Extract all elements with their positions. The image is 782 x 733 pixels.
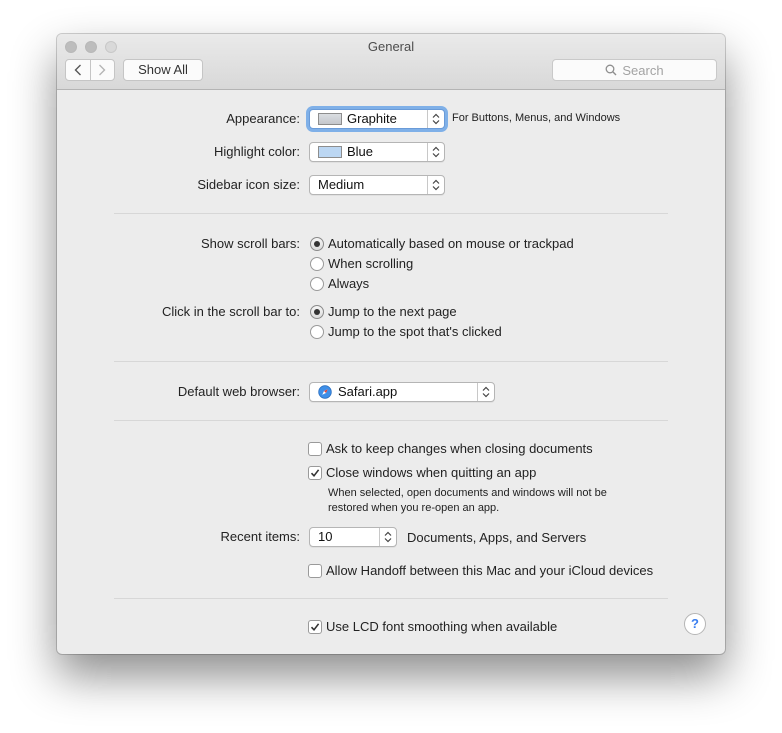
lcd-smoothing-label: Use LCD font smoothing when available [326,619,558,634]
highlight-color-value: Blue [347,144,374,159]
highlight-color-label: Highlight color: [214,144,300,159]
popup-stepper-icon [427,143,444,161]
search-field[interactable]: Search [552,59,717,81]
highlight-color-popup[interactable]: Blue [309,142,445,162]
handoff-checkbox[interactable] [308,564,322,578]
appearance-note: For Buttons, Menus, and Windows [452,112,621,124]
navigation-buttons [65,59,115,81]
scroll-bars-automatic-radio[interactable] [310,237,324,251]
forward-button[interactable] [89,60,115,80]
separator [114,361,668,362]
checkmark-icon [310,469,320,478]
general-preferences-window: General Show All Search Appearance: Grap… [57,34,725,654]
title-bar: General Show All Search [57,34,725,90]
scroll-bars-option-label: Always [328,276,370,291]
recent-items-popup[interactable]: 10 [309,527,397,547]
window-title: General [367,39,415,54]
sidebar-icon-size-popup[interactable]: Medium [309,175,445,195]
jump-to-spot-radio[interactable] [310,325,324,339]
default-browser-popup[interactable]: Safari.app [309,382,495,402]
close-windows-description-line: When selected, open documents and window… [328,487,607,499]
close-windows-label: Close windows when quitting an app [326,465,537,480]
click-scroll-option-label: Jump to the next page [328,304,457,319]
chevron-right-icon [99,64,106,76]
safari-icon [318,385,332,399]
separator [114,598,668,599]
scroll-bars-option-label: When scrolling [328,256,414,271]
jump-next-page-radio[interactable] [310,305,324,319]
chevron-left-icon [74,64,81,76]
recent-items-value: 10 [318,529,333,544]
click-scroll-bar-label: Click in the scroll bar to: [162,304,300,319]
popup-stepper-icon [379,528,396,546]
show-all-button[interactable]: Show All [123,59,203,81]
appearance-swatch [318,113,342,125]
help-button[interactable]: ? [684,613,706,635]
scroll-bars-option-label: Automatically based on mouse or trackpad [328,236,574,251]
search-icon [605,64,617,76]
scroll-bars-when-scrolling-radio[interactable] [310,257,324,271]
handoff-label: Allow Handoff between this Mac and your … [326,563,654,578]
sidebar-icon-size-label: Sidebar icon size: [197,177,300,192]
separator [114,420,668,421]
close-windows-checkbox[interactable] [308,466,322,480]
separator [114,213,668,214]
default-browser-value: Safari.app [338,384,398,399]
sidebar-icon-size-value: Medium [318,177,365,192]
search-placeholder: Search [622,62,664,78]
lcd-smoothing-checkbox[interactable] [308,620,322,634]
ask-keep-changes-checkbox[interactable] [308,442,322,456]
recent-items-suffix: Documents, Apps, and Servers [407,530,587,545]
popup-stepper-icon [477,383,494,401]
recent-items-label: Recent items: [220,529,300,544]
default-browser-label: Default web browser: [177,384,300,399]
highlight-swatch [318,146,342,158]
checkmark-icon [310,623,320,632]
close-windows-description: When selected, open documents and window… [328,486,607,516]
show-scroll-bars-label: Show scroll bars: [201,236,300,251]
appearance-popup[interactable]: Graphite [309,109,445,129]
click-scroll-option-label: Jump to the spot that's clicked [328,324,502,339]
close-windows-description-line: restored when you re-open an app. [328,502,500,514]
back-button[interactable] [66,60,90,80]
scroll-bars-always-radio[interactable] [310,277,324,291]
appearance-label: Appearance: [226,111,300,126]
appearance-value: Graphite [347,111,397,126]
ask-keep-changes-label: Ask to keep changes when closing documen… [326,441,593,456]
popup-stepper-icon [427,176,444,194]
popup-stepper-icon [427,110,444,128]
